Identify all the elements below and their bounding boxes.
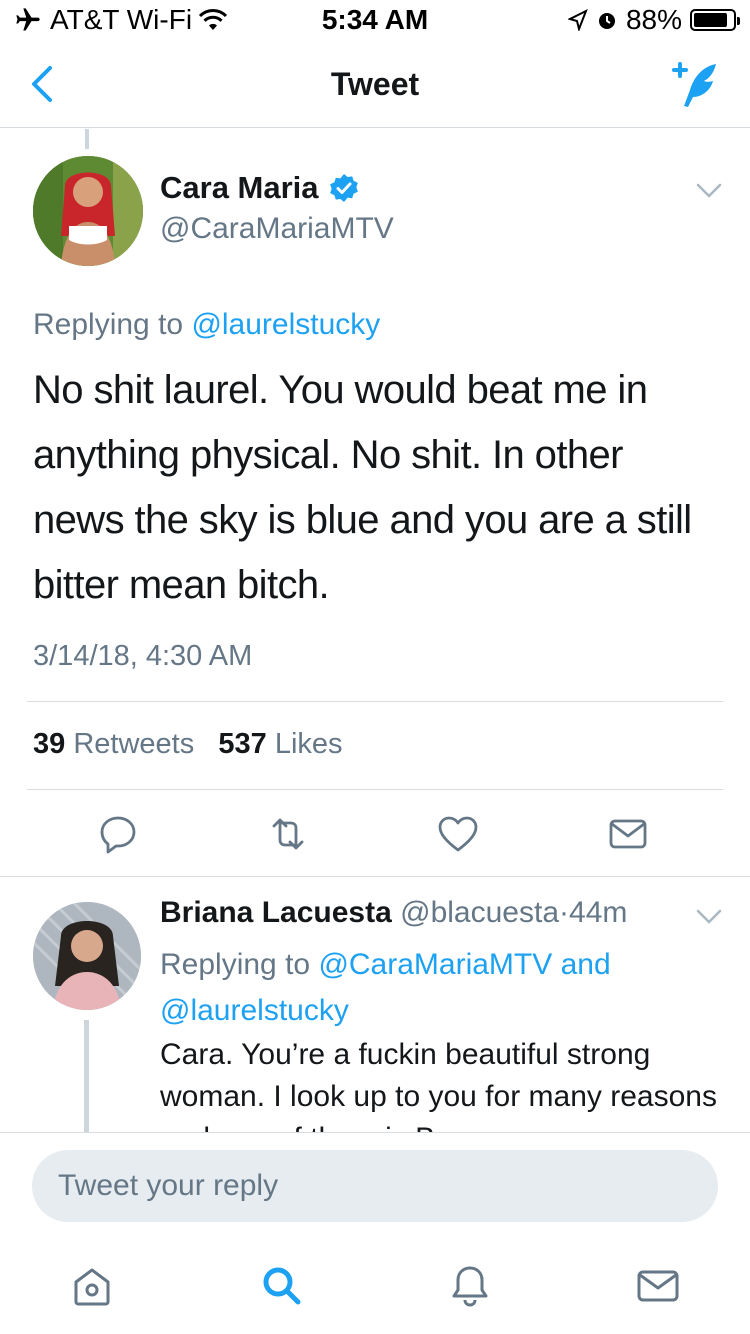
battery-level xyxy=(694,13,728,27)
tweet-text: No shit laurel. You would beat me in any… xyxy=(33,368,692,607)
divider xyxy=(0,876,750,877)
retweets-stat[interactable]: 39 Retweets xyxy=(33,728,194,760)
likes-count: 537 xyxy=(218,728,267,760)
reply-author-name[interactable]: Briana Lacuesta xyxy=(160,896,392,929)
retweet-icon[interactable] xyxy=(266,812,310,856)
retweets-count: 39 xyxy=(33,728,66,760)
verified-badge-icon xyxy=(329,174,358,202)
page-title: Tweet xyxy=(330,66,420,102)
compose-tweet-icon[interactable] xyxy=(668,56,724,112)
reply-composer xyxy=(0,1132,750,1242)
replying-to-link[interactable]: @CaraMariaMTV xyxy=(318,948,552,981)
battery-icon xyxy=(690,9,740,31)
status-right: 88% xyxy=(567,4,740,36)
likes-label: Likes xyxy=(274,728,343,760)
location-arrow-icon xyxy=(567,9,588,31)
reply-separator: · xyxy=(559,896,570,929)
likes-stat[interactable]: 537 Likes xyxy=(218,728,342,760)
reply-header: Briana Lacuesta @blacuesta·44m xyxy=(160,896,627,930)
tweet-timestamp: 3/14/18, 4:30 AM xyxy=(33,640,253,672)
replying-to-link[interactable]: @laurelstucky xyxy=(160,994,349,1027)
reply-replying-to: Replying to @CaraMariaMTV and @laurelstu… xyxy=(160,942,700,1034)
profile-photo-icon xyxy=(33,156,143,266)
profile-photo-icon xyxy=(33,902,141,1010)
avatar[interactable] xyxy=(33,156,143,266)
replying-conjunction: and xyxy=(560,948,611,981)
chevron-down-icon[interactable] xyxy=(695,182,723,200)
author-handle[interactable]: @CaraMariaMTV xyxy=(160,212,394,246)
chevron-down-icon[interactable] xyxy=(695,908,723,926)
thread-line xyxy=(85,129,89,149)
reply-avatar[interactable] xyxy=(33,902,141,1010)
reply-text: Cara. You’re a fuckin beautiful strong w… xyxy=(160,1038,717,1132)
nav-bar: Tweet xyxy=(0,40,750,128)
replying-to: Replying to @laurelstucky xyxy=(33,308,380,342)
author-name-text: Cara Maria xyxy=(160,170,319,205)
divider xyxy=(27,789,723,790)
reply-input[interactable] xyxy=(32,1150,718,1222)
search-icon[interactable] xyxy=(258,1262,306,1310)
home-icon[interactable] xyxy=(68,1262,116,1310)
reply-age: 44m xyxy=(569,896,628,929)
reply-author-handle[interactable]: @blacuesta xyxy=(400,896,559,929)
reply-icon[interactable] xyxy=(96,812,140,856)
thread-line xyxy=(84,1020,89,1132)
notifications-icon[interactable] xyxy=(446,1262,494,1310)
replying-to-link[interactable]: @laurelstucky xyxy=(191,308,380,341)
battery-percent: 88% xyxy=(625,4,682,35)
alarm-icon xyxy=(598,13,615,29)
replying-prefix: Replying to xyxy=(33,308,184,341)
divider xyxy=(27,701,723,702)
like-heart-icon[interactable] xyxy=(436,812,480,856)
retweets-label: Retweets xyxy=(73,728,195,760)
replying-prefix: Replying to xyxy=(160,948,311,981)
tweet-stats: 39 Retweets 537 Likes xyxy=(33,728,343,761)
direct-message-icon[interactable] xyxy=(606,812,650,856)
tab-bar xyxy=(0,1242,750,1334)
messages-icon[interactable] xyxy=(634,1262,682,1310)
author-name[interactable]: Cara Maria xyxy=(160,170,359,206)
status-bar: AT&T Wi-Fi 5:34 AM 88% xyxy=(0,0,750,40)
